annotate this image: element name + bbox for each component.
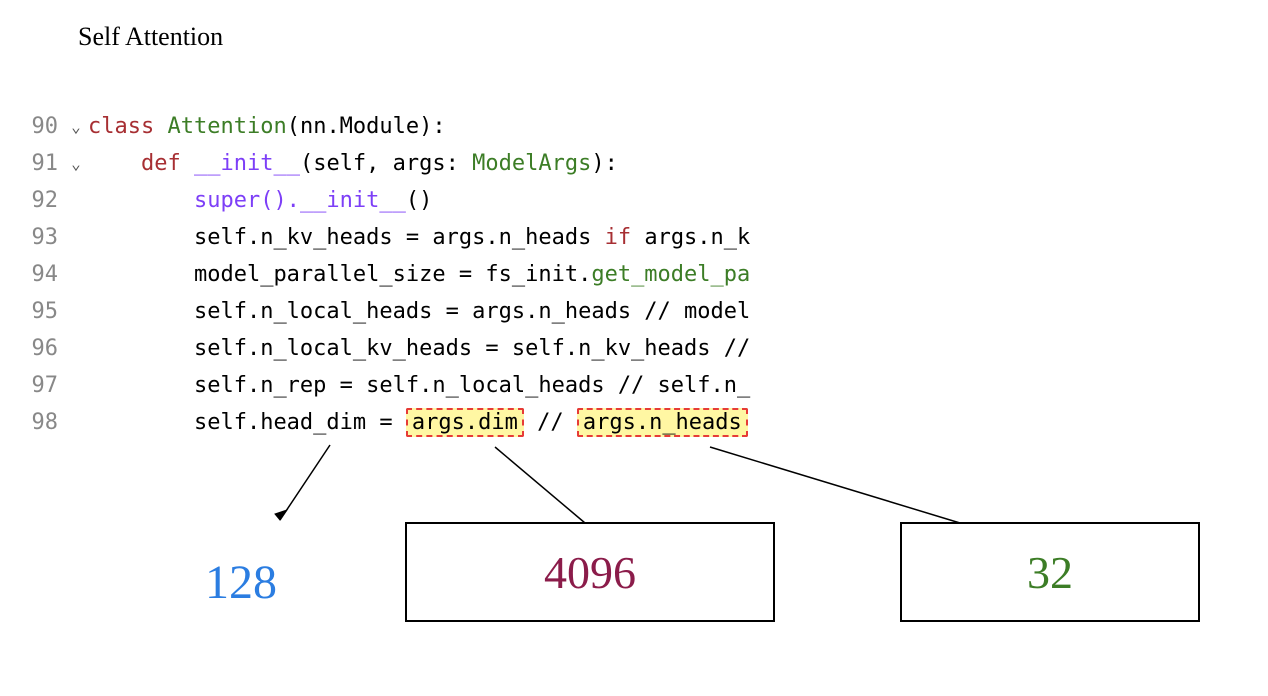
class-name: Attention <box>167 114 286 139</box>
code-text: self.n_local_heads = args.n_heads // mod… <box>194 299 750 324</box>
arrow-head-dim-to-128 <box>265 440 345 535</box>
keyword-class: class <box>88 114 154 139</box>
annotation-nheads-box: 32 <box>900 522 1200 622</box>
keyword-def: def <box>141 151 181 176</box>
code-line-98: 98 ⌄ self.head_dim = args.dim // args.n_… <box>24 404 750 441</box>
code-line-91: 91 ⌄ def __init__(self, args: ModelArgs)… <box>24 145 750 182</box>
line-number: 92 <box>24 182 58 219</box>
code-text: super(). <box>194 188 300 213</box>
code-line-92: 92 ⌄ super().__init__() <box>24 182 750 219</box>
code-text: self.n_kv_heads = args.n_heads <box>194 225 605 250</box>
connector-dim-to-4096 <box>475 443 595 533</box>
annotation-dim-box: 4096 <box>405 522 775 622</box>
code-line-94: 94 ⌄ model_parallel_size = fs_init.get_m… <box>24 256 750 293</box>
highlight-args-n-heads: args.n_heads <box>577 408 748 437</box>
line-number: 91 <box>24 145 58 182</box>
slide-title: Self Attention <box>78 22 223 52</box>
fold-chevron-icon[interactable]: ⌄ <box>64 145 88 182</box>
code-line-90: 90 ⌄ class Attention(nn.Module): <box>24 108 750 145</box>
fold-chevron-icon[interactable]: ⌄ <box>64 108 88 145</box>
code-text: args.n_k <box>631 225 750 250</box>
line-number: 90 <box>24 108 58 145</box>
code-line-93: 93 ⌄ self.n_kv_heads = args.n_heads if a… <box>24 219 750 256</box>
code-text: __init__ <box>300 188 406 213</box>
code-line-97: 97 ⌄ self.n_rep = self.n_local_heads // … <box>24 367 750 404</box>
line-number: 95 <box>24 293 58 330</box>
line-number: 96 <box>24 330 58 367</box>
func-name-init: __init__ <box>194 151 300 176</box>
line-number: 97 <box>24 367 58 404</box>
annotation-nheads-value: 32 <box>1027 546 1073 599</box>
code-text: () <box>406 188 433 213</box>
code-text: ): <box>591 151 618 176</box>
line-number: 94 <box>24 256 58 293</box>
type-modelargs: ModelArgs <box>472 151 591 176</box>
code-line-95: 95 ⌄ self.n_local_heads = args.n_heads /… <box>24 293 750 330</box>
line-number: 93 <box>24 219 58 256</box>
code-block: 90 ⌄ class Attention(nn.Module): 91 ⌄ de… <box>24 108 750 441</box>
code-text: // <box>524 410 577 435</box>
code-text: self.n_local_kv_heads = self.n_kv_heads … <box>194 336 750 361</box>
connector-nheads-to-32 <box>700 443 1000 533</box>
code-text: self.head_dim = <box>194 410 406 435</box>
code-text: get_model_pa <box>591 262 750 287</box>
code-text: self.n_rep = self.n_local_heads // self.… <box>194 373 750 398</box>
code-line-96: 96 ⌄ self.n_local_kv_heads = self.n_kv_h… <box>24 330 750 367</box>
keyword-if: if <box>605 225 632 250</box>
highlight-args-dim: args.dim <box>406 408 524 437</box>
annotation-dim-value: 4096 <box>544 546 636 599</box>
code-text: (self, args: <box>300 151 472 176</box>
code-text: (nn.Module): <box>287 114 446 139</box>
line-number: 98 <box>24 404 58 441</box>
code-text: model_parallel_size = fs_init. <box>194 262 591 287</box>
annotation-head-dim-value: 128 <box>205 555 277 610</box>
